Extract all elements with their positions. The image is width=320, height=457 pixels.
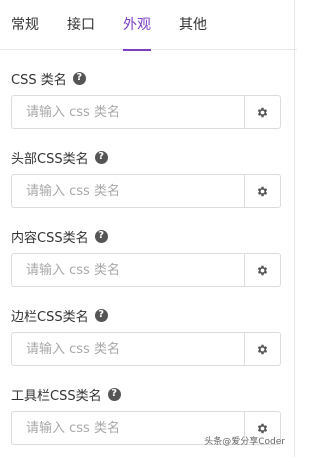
field-label-content-css-class: 内容CSS类名 ?	[11, 227, 297, 246]
header-css-class-input-group	[11, 174, 281, 208]
field-sidebar-css-class: 边栏CSS类名 ?	[11, 306, 297, 366]
tab-other[interactable]: 其他	[179, 0, 207, 50]
field-label-css-class: CSS 类名 ?	[11, 69, 297, 88]
help-icon[interactable]: ?	[72, 71, 86, 85]
tab-appearance[interactable]: 外观	[123, 0, 151, 51]
css-class-input[interactable]	[11, 95, 244, 129]
panel-divider	[294, 0, 295, 457]
field-label-sidebar-css-class: 边栏CSS类名 ?	[11, 306, 297, 325]
field-label-header-css-class: 头部CSS类名 ?	[11, 148, 297, 167]
gear-icon-glyph	[257, 423, 268, 433]
sidebar-css-class-input-group	[11, 332, 281, 366]
field-label-text: 工具栏CSS类名	[11, 388, 102, 404]
tab-general[interactable]: 常规	[11, 0, 39, 50]
field-label-text: 内容CSS类名	[11, 230, 89, 246]
field-label-text: 头部CSS类名	[11, 151, 89, 167]
field-label-text: 边栏CSS类名	[11, 309, 89, 325]
help-icon[interactable]: ?	[94, 150, 108, 164]
field-label-text: CSS 类名	[11, 72, 67, 88]
field-label-toolbar-css-class: 工具栏CSS类名 ?	[11, 385, 297, 404]
field-css-class: CSS 类名 ?	[11, 69, 297, 129]
help-icon[interactable]: ?	[94, 229, 108, 243]
content-css-class-input[interactable]	[11, 253, 244, 287]
help-icon[interactable]: ?	[107, 387, 121, 401]
gear-icon[interactable]	[244, 95, 281, 129]
gear-icon-glyph	[257, 107, 268, 117]
watermark: 头条@爱分享Coder	[204, 437, 285, 447]
field-content-css-class: 内容CSS类名 ?	[11, 227, 297, 287]
gear-icon[interactable]	[244, 174, 281, 208]
gear-icon[interactable]	[244, 332, 281, 366]
content-css-class-input-group	[11, 253, 281, 287]
header-css-class-input[interactable]	[11, 174, 244, 208]
sidebar-css-class-input[interactable]	[11, 332, 244, 366]
css-class-input-group	[11, 95, 281, 129]
tab-api[interactable]: 接口	[67, 0, 95, 50]
field-header-css-class: 头部CSS类名 ?	[11, 148, 297, 208]
tab-bar: 常规 接口 外观 其他	[0, 0, 297, 51]
help-icon[interactable]: ?	[94, 308, 108, 322]
gear-icon-glyph	[257, 265, 268, 275]
gear-icon[interactable]	[244, 253, 281, 287]
appearance-panel: CSS 类名 ? 头部CSS类名 ? 内容CSS类名 ?	[0, 69, 297, 445]
gear-icon-glyph	[257, 186, 268, 196]
gear-icon-glyph	[257, 344, 268, 354]
